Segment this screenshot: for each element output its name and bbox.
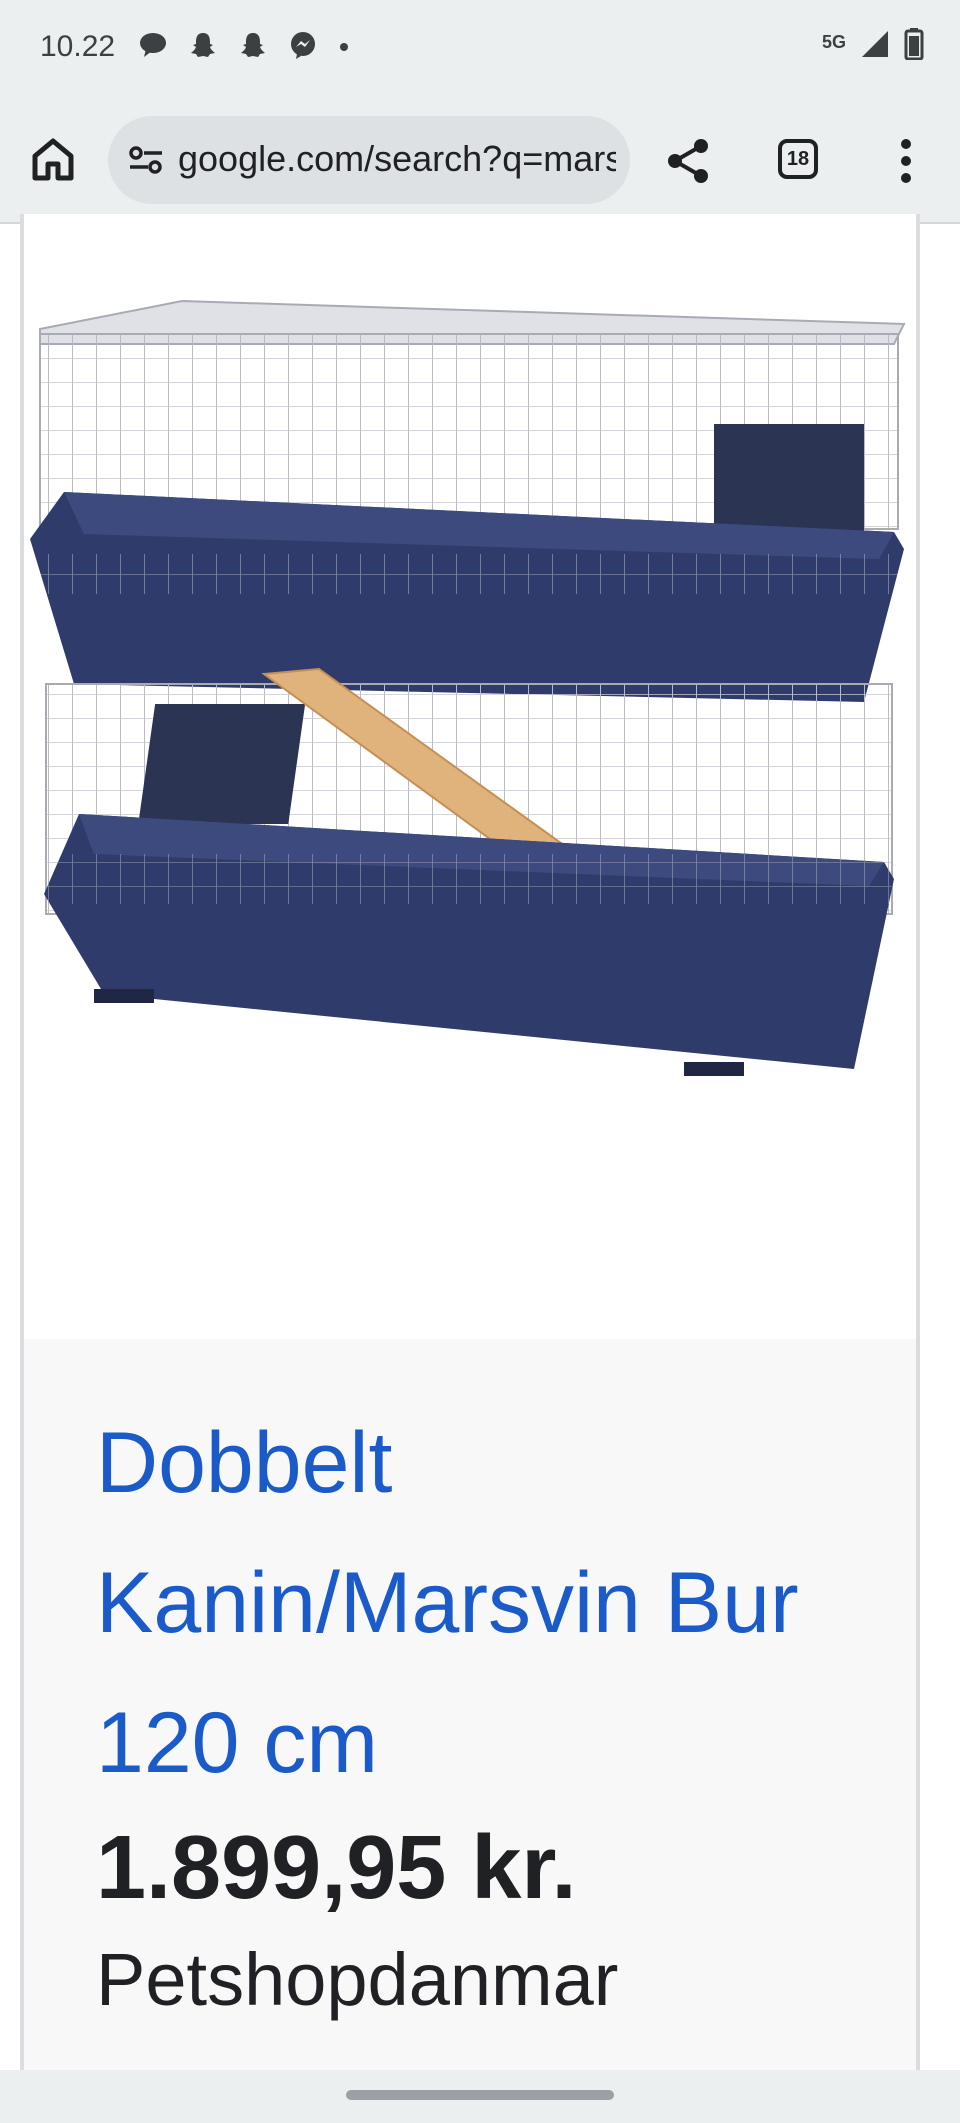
network-type: 5G (821, 31, 846, 52)
tune-icon[interactable] (128, 143, 164, 177)
product-card[interactable]: Dobbelt Kanin/Marsvin Bur 120 cm 1.899,9… (20, 214, 920, 2114)
tab-count: 18 (786, 147, 810, 170)
chat-bubble-icon (138, 31, 168, 63)
product-price: 1.899,95 kr. (96, 1818, 577, 1918)
browser-toolbar: google.com/search?q=marsvin 18 (0, 100, 960, 224)
battery-icon (904, 28, 924, 64)
status-indicators: 5G (822, 28, 924, 64)
merchant-name: Petshopdanmar (96, 1938, 619, 2021)
snapchat-icon (188, 30, 218, 64)
status-time: 10.22 (40, 30, 116, 63)
share-icon[interactable] (664, 136, 714, 186)
gesture-handle[interactable] (346, 2090, 614, 2100)
two-tier-cage-image[interactable] (24, 214, 916, 1339)
tab-switcher-button[interactable]: 18 (778, 139, 818, 179)
signal-icon (860, 29, 890, 63)
product-info: Dobbelt Kanin/Marsvin Bur 120 cm 1.899,9… (24, 1339, 916, 2114)
home-icon[interactable] (30, 136, 76, 182)
more-vert-icon[interactable] (888, 136, 924, 186)
dot-icon (338, 38, 350, 57)
url-text[interactable]: google.com/search?q=marsvin (178, 138, 616, 180)
address-bar[interactable]: google.com/search?q=marsvin (108, 116, 630, 204)
notification-icons (138, 30, 350, 64)
messenger-icon (288, 30, 318, 64)
product-title-link[interactable]: Dobbelt Kanin/Marsvin Bur 120 cm (96, 1393, 856, 1813)
page-content: Dobbelt Kanin/Marsvin Bur 120 cm 1.899,9… (0, 214, 960, 2114)
status-bar: 10.22 5G (0, 0, 960, 100)
gesture-nav-bar (0, 2070, 960, 2123)
snapchat-icon (238, 30, 268, 64)
